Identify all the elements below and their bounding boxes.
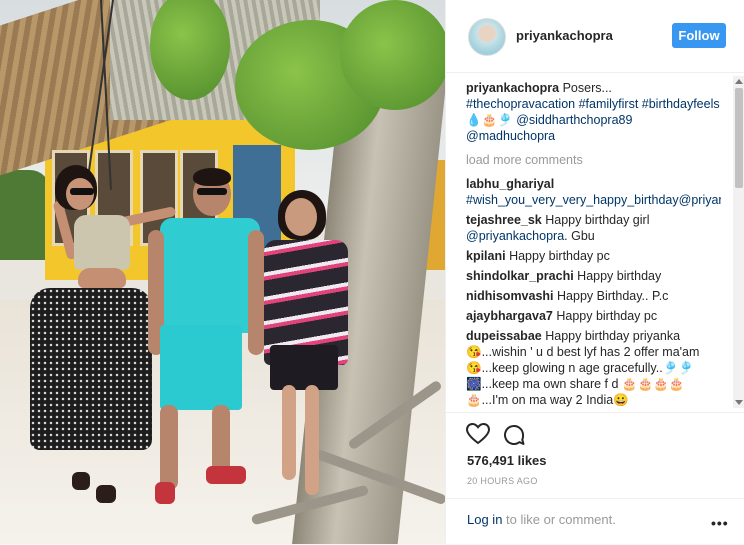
comment-line: 😘...wishin ' u d best lyf has 2 offer ma…: [466, 345, 700, 359]
comment-user[interactable]: nidhisomvashi: [466, 289, 554, 303]
post-sidebar: priyankachopra Follow priyankachopra Pos…: [445, 0, 744, 544]
scrollbar-thumb[interactable]: [735, 88, 743, 188]
comment-line: 😘...keep glowing n age gracefully..🎐🎐: [466, 361, 694, 375]
login-link[interactable]: Log in: [467, 512, 502, 527]
caption: priyankachopra Posers... #thechopravacat…: [466, 80, 721, 144]
comment-item: dupeissabae Happy birthday priyanka 😘...…: [466, 328, 721, 408]
post-timestamp: 20 HOURS AGO: [467, 476, 538, 486]
login-prompt: Log in to like or comment.: [467, 512, 616, 527]
comment-text: Happy birthday: [577, 269, 662, 283]
comment-mention[interactable]: @priyankachopra: [466, 229, 564, 243]
comment-item: kpilani Happy birthday pc: [466, 248, 721, 264]
caption-text: Posers...: [562, 81, 612, 95]
instagram-post: priyankachopra Follow priyankachopra Pos…: [0, 0, 744, 544]
comment-mention[interactable]: @priyankachopra: [679, 193, 721, 207]
comment-user[interactable]: labhu_ghariyal: [466, 177, 554, 191]
login-prompt-text: to like or comment.: [502, 512, 616, 527]
comment-text: Happy Birthday.. P.c: [557, 289, 669, 303]
heart-icon[interactable]: [466, 423, 490, 445]
comment-user[interactable]: shindolkar_prachi: [466, 269, 574, 283]
likes-count[interactable]: 576,491 likes: [467, 453, 547, 468]
comment-text: Happy birthday pc: [556, 309, 658, 323]
comment-item: nidhisomvashi Happy Birthday.. P.c: [466, 288, 721, 304]
comment-item: tejashree_sk Happy birthday girl @priyan…: [466, 212, 721, 244]
comment-item: ajaybhargava7 Happy birthday pc: [466, 308, 721, 324]
username-link[interactable]: priyankachopra: [516, 28, 613, 43]
comment-item: labhu_ghariyal #wish_you_very_very_happy…: [466, 176, 721, 208]
comment-text: Happy birthday pc: [509, 249, 610, 263]
caption-emoji: 💧🎂🎐: [466, 113, 513, 127]
more-options-icon[interactable]: •••: [711, 515, 729, 531]
comment-hashtag[interactable]: #wish_you_very_very_happy_birthday: [466, 193, 679, 207]
caption-author[interactable]: priyankachopra: [466, 81, 559, 95]
comment-text-tail: . Gbu: [564, 229, 595, 243]
post-footer: Log in to like or comment. •••: [446, 498, 744, 545]
scroll-up-arrow-icon[interactable]: [735, 79, 743, 84]
comment-user[interactable]: kpilani: [466, 249, 506, 263]
comment-item: shindolkar_prachi Happy birthday: [466, 268, 721, 284]
scroll-down-arrow-icon[interactable]: [735, 400, 743, 405]
post-photo[interactable]: [0, 0, 445, 544]
comment-list[interactable]: priyankachopra Posers... #thechopravacat…: [466, 80, 721, 410]
follow-button[interactable]: Follow: [672, 23, 726, 48]
comment-text: Happy birthday girl: [545, 213, 650, 227]
comment-user[interactable]: ajaybhargava7: [466, 309, 553, 323]
avatar[interactable]: [468, 18, 506, 56]
caption-hashtags[interactable]: #thechopravacation #familyfirst #birthda…: [466, 97, 720, 111]
comment-icon[interactable]: [502, 423, 526, 447]
comments-scrollbar[interactable]: [733, 76, 744, 408]
load-more-comments-link[interactable]: load more comments: [466, 152, 721, 168]
comment-user[interactable]: tejashree_sk: [466, 213, 542, 227]
comment-text: Happy birthday priyanka: [545, 329, 681, 343]
post-header: priyankachopra Follow: [446, 0, 744, 73]
comment-line: 🎆...keep ma own share f d 🎂🎂🎂🎂🎂...I'm on…: [466, 377, 685, 407]
comment-user[interactable]: dupeissabae: [466, 329, 542, 343]
